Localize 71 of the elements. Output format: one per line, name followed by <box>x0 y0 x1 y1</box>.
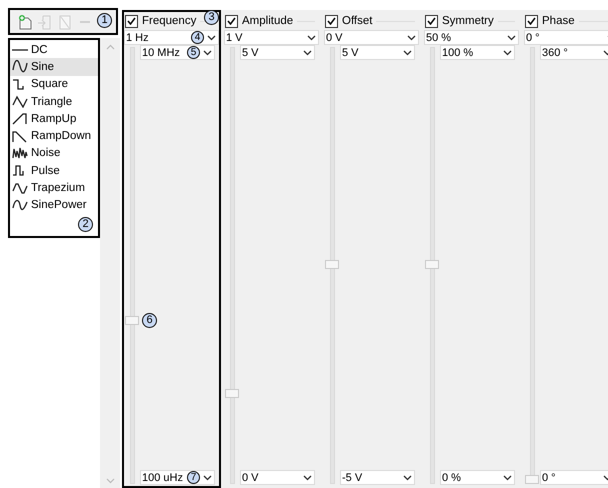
dropdown[interactable]: 0 ° <box>540 470 608 485</box>
column-label: Amplitude <box>242 15 294 27</box>
dropdown[interactable]: 360 ° <box>540 45 608 60</box>
noise-wave-icon <box>12 146 28 160</box>
waveform-list-item[interactable]: RampDown <box>10 127 98 145</box>
sine-wave-icon <box>12 60 28 74</box>
dropdown[interactable]: 1 V <box>224 30 319 45</box>
callout-number: 1 <box>97 13 112 28</box>
slider-thumb[interactable] <box>525 475 539 484</box>
dropdown[interactable]: 100 % <box>440 45 515 60</box>
waveform-list-item[interactable]: Sine <box>10 58 98 76</box>
slider-thumb[interactable] <box>325 260 339 269</box>
column-label: Offset <box>342 15 372 27</box>
checkmark-icon <box>227 17 236 25</box>
dropdown[interactable]: 50 % <box>424 30 519 45</box>
callout-number: 7 <box>187 471 200 484</box>
slider-thumb[interactable] <box>425 260 439 269</box>
checkbox[interactable] <box>425 14 438 28</box>
dropdown[interactable]: 0 % <box>440 470 515 485</box>
sine-wave-icon <box>12 198 28 212</box>
waveform-list-item[interactable]: Trapezium <box>10 179 98 197</box>
waveform-list-item[interactable]: RampUp <box>10 110 98 128</box>
callout-number: 2 <box>78 216 93 232</box>
scroll-down-icon <box>106 478 114 484</box>
checkbox[interactable] <box>525 14 538 28</box>
waveform-list-item[interactable]: Pulse <box>10 162 98 180</box>
document-arrow-icon <box>37 14 53 30</box>
slider-thumb[interactable] <box>125 316 139 325</box>
dropdown[interactable]: 10 MHz 5 <box>140 45 215 60</box>
chevron-down-icon <box>303 474 312 480</box>
column-label: Phase <box>542 15 575 27</box>
waveform-list-item[interactable]: Square <box>10 76 98 93</box>
chevron-down-icon <box>503 474 512 480</box>
scroll-up-icon <box>106 44 114 50</box>
waveform-list-item[interactable]: Noise <box>10 144 98 162</box>
trapezium-wave-icon <box>12 182 28 195</box>
callout-number: 3 <box>204 10 219 25</box>
dropdown[interactable]: 5 V <box>240 45 315 60</box>
dropdown[interactable]: 100 uHz 7 <box>140 470 215 485</box>
chevron-down-icon <box>403 474 412 480</box>
minus-icon <box>80 20 90 22</box>
column-label: Frequency <box>142 15 196 27</box>
checkbox[interactable] <box>325 14 338 28</box>
checkbox[interactable] <box>225 14 238 28</box>
checkmark-icon <box>527 17 536 25</box>
dropdown[interactable]: 5 V <box>340 45 415 60</box>
chevron-down-icon <box>203 474 212 480</box>
dropdown[interactable]: 0 V <box>324 30 419 45</box>
dropdown[interactable]: 0 ° <box>524 30 608 45</box>
callout-number: 4 <box>191 31 204 44</box>
waveform-list-item[interactable]: DC <box>10 41 98 58</box>
slider-thumb[interactable] <box>225 389 239 398</box>
new-document-icon <box>17 14 33 30</box>
checkbox[interactable] <box>125 14 138 28</box>
toolbar-button[interactable] <box>17 12 33 30</box>
ramp-up-icon <box>12 112 28 126</box>
callout-number: 5 <box>187 46 200 59</box>
checkmark-icon <box>127 17 136 25</box>
dropdown[interactable]: -5 V <box>340 470 415 485</box>
checkmark-icon <box>327 17 336 25</box>
column-label: Symmetry <box>442 15 494 27</box>
callout-number: 6 <box>142 312 157 328</box>
dropdown[interactable]: 0 V <box>240 470 315 485</box>
waveform-list-item[interactable]: Triangle <box>10 92 98 110</box>
triangle-wave-icon <box>12 95 28 108</box>
dropdown[interactable]: 1 Hz 4 <box>124 30 219 45</box>
document-slash-icon <box>57 14 73 30</box>
ramp-down-icon <box>12 130 28 143</box>
checkmark-icon <box>427 17 436 25</box>
waveform-list-item[interactable]: SinePower <box>10 196 98 214</box>
flat-line-icon <box>12 48 28 51</box>
